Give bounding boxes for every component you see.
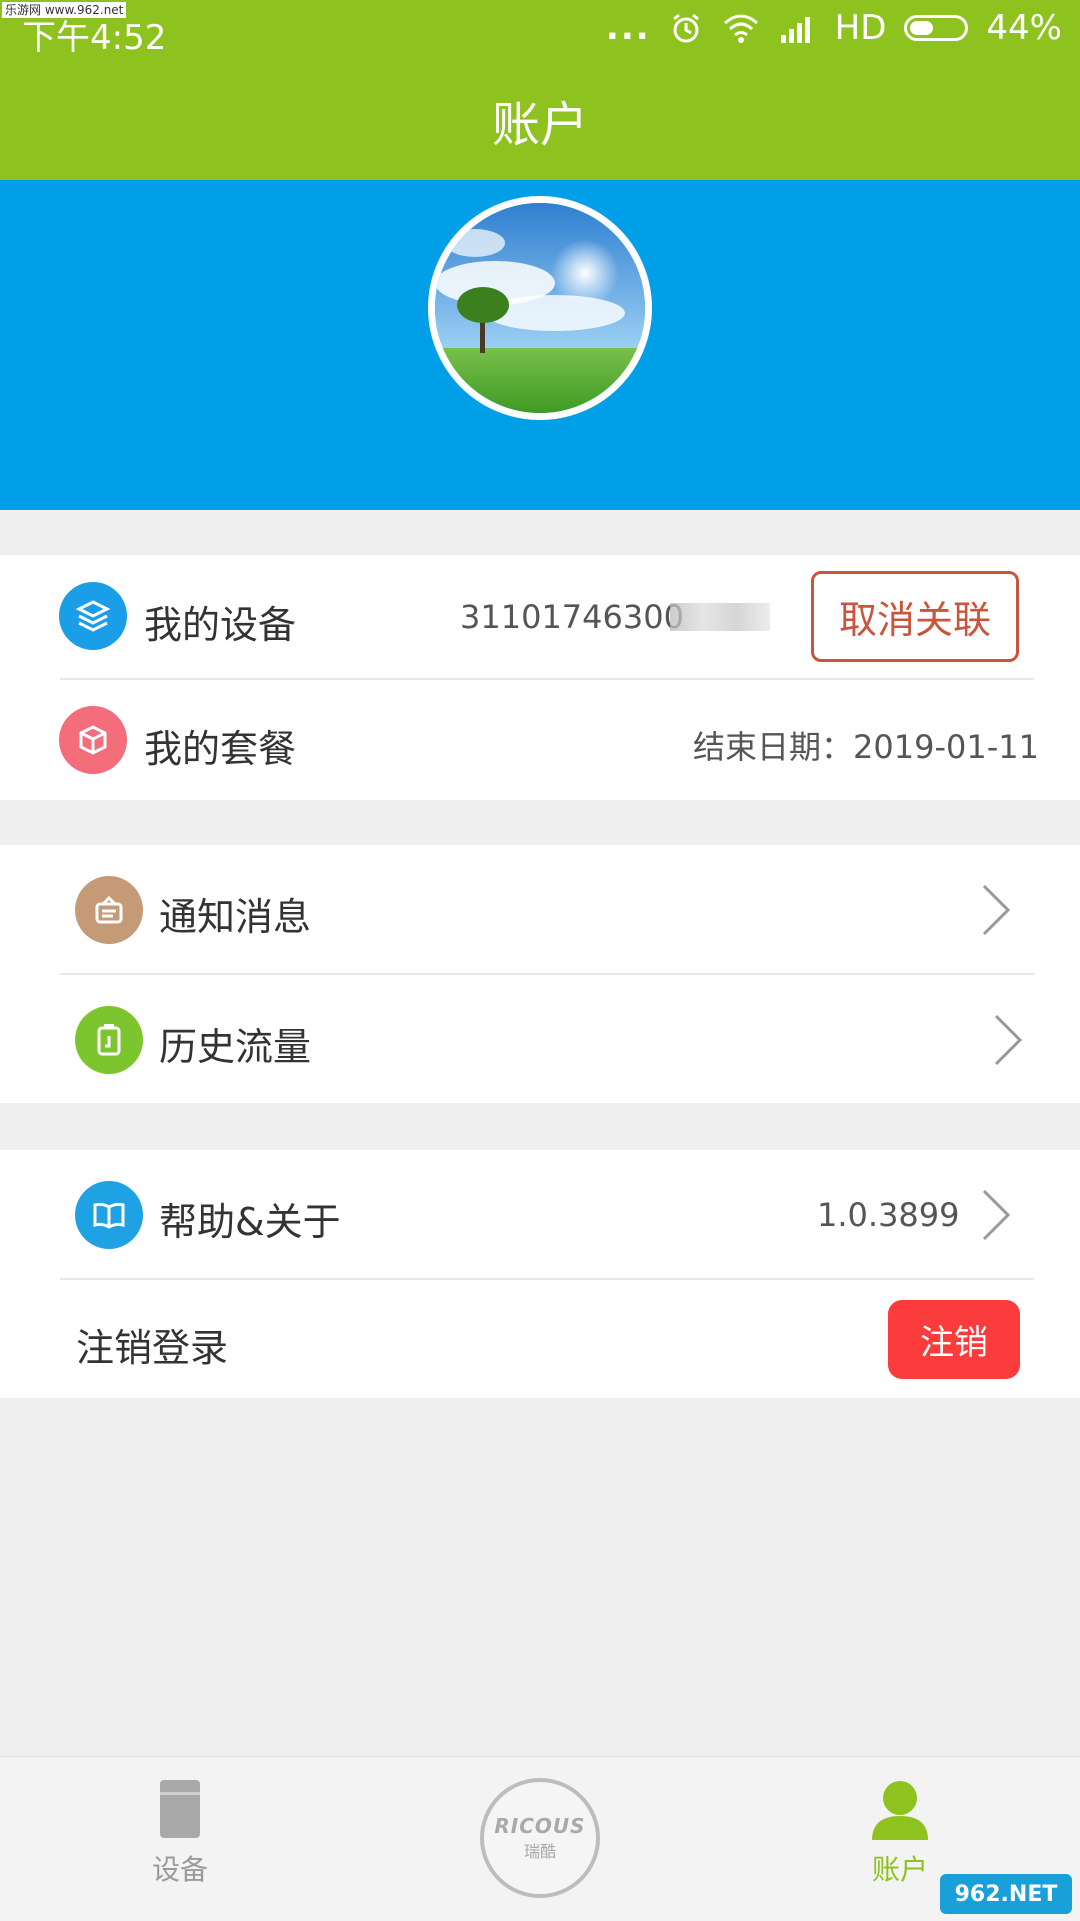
more-dots-icon: ... xyxy=(605,8,651,48)
book-icon xyxy=(75,1181,143,1249)
network-type: HD xyxy=(834,8,887,48)
app-version: 1.0.3899 xyxy=(817,1196,960,1234)
title-bar: 账户 xyxy=(0,60,1080,180)
logout-label: 注销登录 xyxy=(76,1326,229,1370)
chevron-right-icon xyxy=(982,1189,1011,1241)
brand-logo-text-cn: 瑞酷 xyxy=(523,1842,556,1861)
logout-button[interactable]: 注销 xyxy=(888,1300,1020,1379)
chevron-right-icon xyxy=(982,884,1011,936)
wifi-icon xyxy=(723,14,758,43)
my-device-label: 我的设备 xyxy=(144,603,297,647)
help-about-label: 帮助&关于 xyxy=(159,1200,341,1244)
divider xyxy=(60,678,1034,680)
brand-logo-text: RICOUS xyxy=(494,1814,586,1838)
history-traffic-label: 历史流量 xyxy=(159,1025,312,1069)
status-time: 下午4:52 xyxy=(22,18,167,58)
corner-watermark: 962.NET xyxy=(940,1874,1072,1914)
avatar[interactable] xyxy=(428,196,652,420)
battery-percent: 44% xyxy=(986,8,1062,48)
alarm-icon xyxy=(672,13,699,43)
device-icon xyxy=(160,1780,200,1838)
my-plan-label: 我的套餐 xyxy=(144,727,297,771)
brand-logo-button[interactable]: RICOUS 瑞酷 xyxy=(480,1778,600,1898)
redacted-device-id xyxy=(670,603,770,631)
divider xyxy=(60,1278,1034,1280)
notification-icon xyxy=(75,876,143,944)
signal-icon xyxy=(780,17,810,43)
page-title: 账户 xyxy=(491,97,588,153)
unlink-device-button[interactable]: 取消关联 xyxy=(811,571,1019,662)
avatar-image xyxy=(435,203,645,413)
tab-account[interactable]: 账户 xyxy=(850,1778,950,1888)
status-bar: 乐游网 www.962.net 下午4:52 ... HD 44% xyxy=(0,0,1080,60)
tab-device[interactable]: 设备 xyxy=(130,1778,230,1888)
battery-icon xyxy=(904,15,969,41)
plan-end-date: 结束日期：2019-01-11 xyxy=(693,728,1039,766)
tab-account-label: 账户 xyxy=(871,1853,928,1886)
user-icon xyxy=(872,1781,928,1840)
chevron-right-icon xyxy=(994,1014,1023,1066)
clipboard-icon xyxy=(75,1006,143,1074)
layers-icon xyxy=(59,582,127,650)
status-indicators: ... HD 44% xyxy=(606,8,1062,48)
package-box-icon xyxy=(59,706,127,774)
notifications-label: 通知消息 xyxy=(159,895,312,939)
device-id-value: 31101746300 xyxy=(460,598,684,636)
tab-device-label: 设备 xyxy=(151,1853,208,1886)
